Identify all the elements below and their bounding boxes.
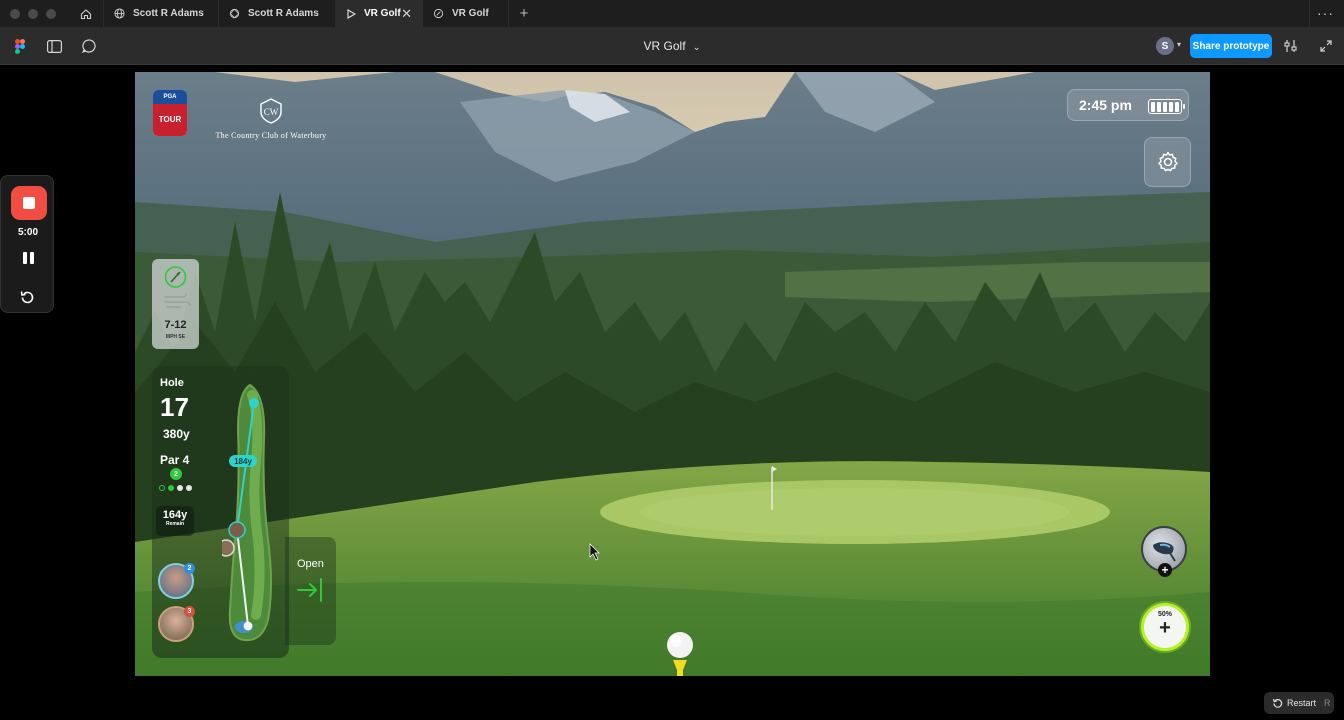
prototype-toolbar: VR Golf ⌄ S ▾ Share prototype xyxy=(0,28,1344,65)
more-menu-icon[interactable]: ··· xyxy=(1317,5,1334,21)
expand-icon[interactable] xyxy=(1318,38,1334,54)
open-scorecard-panel[interactable]: Open xyxy=(285,537,336,645)
restart-recording-icon[interactable] xyxy=(19,289,36,311)
open-label: Open xyxy=(297,558,324,570)
tab-label: VR Golf xyxy=(364,8,401,19)
avatar[interactable]: S xyxy=(1156,37,1174,55)
browser-tab-bar: Scott R Adams Scott R Adams VR Golf ✕ VR… xyxy=(0,0,1344,28)
status-pill: 2:45 pm xyxy=(1067,89,1189,121)
restart-button[interactable]: Restart R xyxy=(1264,692,1334,714)
figma-draft-icon xyxy=(229,8,240,19)
restart-icon xyxy=(1272,698,1283,708)
gear-icon xyxy=(1157,151,1178,172)
club-crest-icon: CW xyxy=(260,98,282,124)
home-button[interactable] xyxy=(68,0,104,28)
player-avatar-1[interactable]: 2 xyxy=(158,563,195,599)
battery-icon xyxy=(1148,99,1185,114)
comment-icon[interactable] xyxy=(81,38,97,54)
compass-icon xyxy=(164,266,191,308)
caret-down-icon[interactable]: ▾ xyxy=(1177,40,1181,49)
globe-icon xyxy=(114,8,125,19)
figma-logo-icon[interactable] xyxy=(12,38,28,54)
open-arrow-icon xyxy=(297,578,322,602)
country-club-logo: CW The Country Club of Waterbury xyxy=(201,98,341,140)
chevron-down-icon: ⌄ xyxy=(692,42,701,52)
wind-widget: 7-12 MPH SE xyxy=(152,259,199,349)
tab-vr-golf-2[interactable]: VR Golf xyxy=(423,0,509,28)
restart-label: Restart xyxy=(1287,698,1317,708)
player-rank-1: 2 xyxy=(184,563,195,574)
par-badge: 2 xyxy=(170,468,182,480)
restart-shortcut: R xyxy=(1324,698,1331,708)
settings-sliders-icon[interactable] xyxy=(1283,38,1299,54)
plus-icon: + xyxy=(1159,617,1171,639)
vr-golf-game-canvas[interactable]: PGA TOUR CW The Country Club of Waterbur… xyxy=(135,72,1210,676)
hole-map: 184y xyxy=(222,383,272,642)
hole-info-panel: Hole 17 380y Par 4 2 164y Remain 2 3 184… xyxy=(152,366,289,658)
home-icon xyxy=(80,8,91,19)
stop-icon xyxy=(23,197,35,209)
power-button[interactable]: 50% + xyxy=(1141,603,1189,651)
tab-label: VR Golf xyxy=(452,8,489,19)
hole-yardage: 380y xyxy=(163,427,190,441)
recording-controls: 5:00 xyxy=(0,175,54,313)
stop-recording-button[interactable] xyxy=(11,186,47,220)
close-tab-icon[interactable]: ✕ xyxy=(401,6,412,22)
remain-value: 164y xyxy=(162,509,188,521)
window-controls xyxy=(10,8,58,19)
clock-text: 2:45 pm xyxy=(1079,97,1132,113)
maximize-window-button[interactable] xyxy=(46,8,56,19)
logo-text-top: PGA xyxy=(153,90,187,104)
document-title-button[interactable]: VR Golf ⌄ xyxy=(644,39,701,53)
logo-text-bottom: TOUR xyxy=(153,104,187,136)
wind-unit: MPH SE xyxy=(165,334,186,340)
document-title: VR Golf ⌄ xyxy=(0,39,1344,53)
club-name: The Country Club of Waterbury xyxy=(215,131,327,140)
remaining-distance: 164y Remain xyxy=(156,506,194,536)
recording-time: 5:00 xyxy=(17,227,38,238)
svg-text:CW: CW xyxy=(264,107,279,117)
tab-scott-adams-2[interactable]: Scott R Adams xyxy=(219,0,336,28)
wind-speed: 7-12 xyxy=(164,319,187,331)
document-title-text: VR Golf xyxy=(643,39,686,53)
golf-driver-icon xyxy=(1153,542,1176,562)
tab-scott-adams-1[interactable]: Scott R Adams xyxy=(104,0,219,28)
share-prototype-button[interactable]: Share prototype xyxy=(1190,34,1272,58)
close-window-button[interactable] xyxy=(10,8,20,19)
new-tab-button[interactable]: + xyxy=(509,5,539,22)
distance-marker-label: 184y xyxy=(234,457,252,466)
settings-button[interactable] xyxy=(1144,137,1191,187)
tab-vr-golf-active[interactable]: VR Golf ✕ xyxy=(336,0,423,28)
hole-number: 17 xyxy=(160,392,189,422)
add-club-icon[interactable]: + xyxy=(1158,563,1172,577)
stroke-dots xyxy=(159,485,192,491)
par-label: Par 4 xyxy=(160,453,190,467)
hole-label: Hole xyxy=(160,377,184,389)
minimize-window-button[interactable] xyxy=(28,8,38,19)
remain-label: Remain xyxy=(165,521,185,527)
player-avatar-2[interactable]: 3 xyxy=(158,606,195,642)
tab-label: Scott R Adams xyxy=(133,8,204,19)
pga-tour-logo: PGA TOUR xyxy=(153,90,187,136)
sidebar-toggle-icon[interactable] xyxy=(46,38,62,54)
play-icon xyxy=(347,8,356,19)
tab-bar-divider xyxy=(1309,0,1310,28)
figma-draft-icon xyxy=(433,8,444,19)
player-rank-2: 3 xyxy=(184,606,195,617)
pause-icon[interactable] xyxy=(21,252,35,266)
tab-label: Scott R Adams xyxy=(248,8,319,19)
